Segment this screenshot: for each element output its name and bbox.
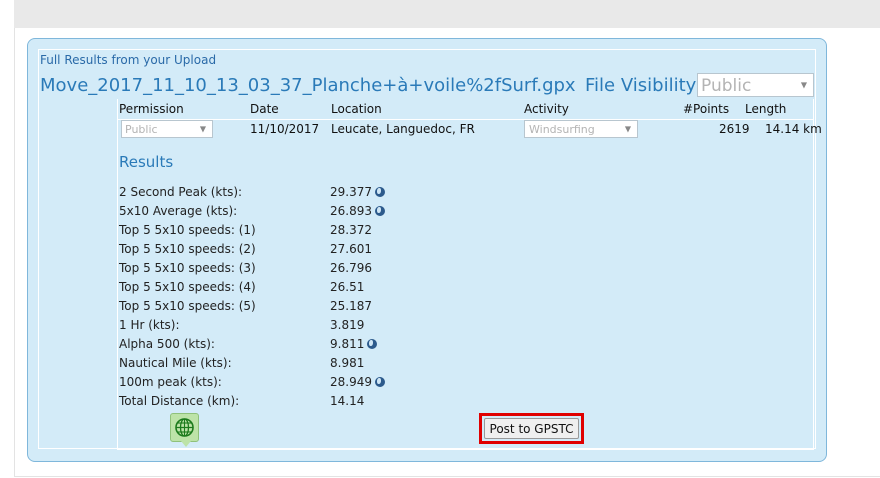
result-value-text: 26.796 <box>330 261 372 275</box>
result-value-text: 28.949 <box>330 375 372 389</box>
header-date: Date <box>250 102 279 116</box>
header-activity: Activity <box>524 102 569 116</box>
result-label: 2 Second Peak (kts): <box>119 185 243 199</box>
result-value-text: 8.981 <box>330 356 365 370</box>
result-value-text: 26.51 <box>330 280 365 294</box>
result-label: Top 5 5x10 speeds: (4) <box>119 280 256 294</box>
result-value: 27.601 <box>330 242 372 256</box>
location-cell: Leucate, Languedoc, FR <box>331 122 475 136</box>
header-permission: Permission <box>119 102 184 116</box>
result-value-text: 26.893 <box>330 204 372 218</box>
date-cell: 11/10/2017 <box>250 122 320 136</box>
result-label: Alpha 500 (kts): <box>119 337 215 351</box>
panel-title: Full Results from your Upload <box>40 53 217 67</box>
result-label: Total Distance (km): <box>119 394 240 408</box>
result-value: 28.372 <box>330 223 372 237</box>
result-value: 28.949 <box>330 375 385 389</box>
result-value: 8.981 <box>330 356 364 370</box>
chevron-down-icon: ▼ <box>800 80 807 90</box>
result-value: 26.51 <box>330 280 364 294</box>
permission-value: Public <box>125 123 158 136</box>
map-button[interactable] <box>170 413 199 447</box>
result-label: Top 5 5x10 speeds: (3) <box>119 261 256 275</box>
header-length: Length <box>745 102 787 116</box>
result-value-text: 14.14 <box>330 394 365 408</box>
file-visibility-label: File Visibility: <box>585 75 702 96</box>
post-to-gpstc-button[interactable]: Post to GPSTC <box>484 418 579 439</box>
result-label: Top 5 5x10 speeds: (2) <box>119 242 256 256</box>
globe-icon[interactable] <box>375 187 385 197</box>
top-bar <box>14 0 880 28</box>
result-value-text: 25.187 <box>330 299 372 313</box>
header-points: #Points <box>683 102 730 116</box>
result-value-text: 3.819 <box>330 318 365 332</box>
result-label: Top 5 5x10 speeds: (1) <box>119 223 256 237</box>
chevron-down-icon: ▼ <box>199 124 206 134</box>
result-value: 14.14 <box>330 394 364 408</box>
activity-value: Windsurfing <box>529 123 595 136</box>
result-value-text: 27.601 <box>330 242 372 256</box>
header-divider <box>117 119 814 120</box>
result-value-text: 29.377 <box>330 185 372 199</box>
globe-icon[interactable] <box>375 377 385 387</box>
result-label: 100m peak (kts): <box>119 375 222 389</box>
permission-select[interactable]: Public ▼ <box>121 120 213 138</box>
globe-icon[interactable] <box>367 339 378 349</box>
result-value: 3.819 <box>330 318 364 332</box>
result-value: 29.377 <box>330 185 385 199</box>
globe-map-icon <box>175 418 194 437</box>
points-cell: 2619 <box>719 122 750 136</box>
result-label: 5x10 Average (kts): <box>119 204 238 218</box>
length-cell: 14.14 km <box>765 122 822 136</box>
result-value: 26.796 <box>330 261 372 275</box>
globe-icon[interactable] <box>375 206 385 216</box>
file-name: Move_2017_11_10_13_03_37_Planche+à+voile… <box>40 75 576 96</box>
chevron-down-icon: ▼ <box>624 124 631 134</box>
results-heading: Results <box>119 153 174 171</box>
activity-select[interactable]: Windsurfing ▼ <box>524 120 638 138</box>
result-value: 25.187 <box>330 299 372 313</box>
file-visibility-select[interactable]: Public ▼ <box>697 73 814 97</box>
result-value-text: 9.811 <box>330 337 365 351</box>
result-label: Top 5 5x10 speeds: (5) <box>119 299 256 313</box>
header-location: Location <box>331 102 382 116</box>
result-label: Nautical Mile (kts): <box>119 356 232 370</box>
result-value: 26.893 <box>330 204 385 218</box>
result-value-text: 28.372 <box>330 223 372 237</box>
result-value: 9.811 <box>330 337 378 351</box>
result-label: 1 Hr (kts): <box>119 318 180 332</box>
file-visibility-value: Public <box>701 76 752 96</box>
